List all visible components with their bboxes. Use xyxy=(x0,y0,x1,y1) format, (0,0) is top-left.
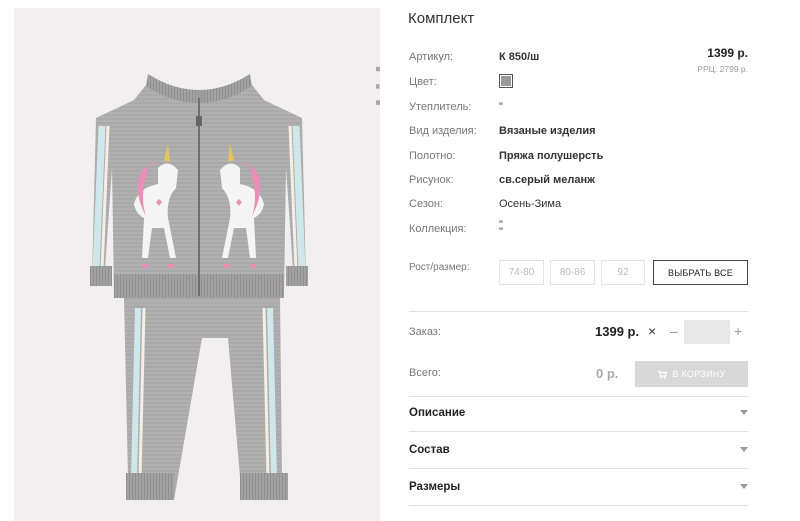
select-all-sizes-button[interactable]: ВЫБРАТЬ ВСЕ xyxy=(653,260,748,285)
divider xyxy=(409,396,748,397)
chevron-down-icon[interactable] xyxy=(740,484,748,489)
divider xyxy=(409,431,748,432)
accordion-sizes[interactable]: Размеры xyxy=(409,481,460,493)
spec-value-pattern: св.серый меланж xyxy=(499,174,595,186)
spec-label-article: Артикул: xyxy=(409,51,454,63)
color-swatch[interactable] xyxy=(499,74,513,88)
spec-label-fabric: Полотно: xyxy=(409,150,456,162)
accordion-composition[interactable]: Состав xyxy=(409,444,450,456)
brand-logo-text: crockid xyxy=(372,65,380,164)
chevron-down-icon[interactable] xyxy=(740,447,748,452)
size-option-74-80[interactable]: 74-80 xyxy=(499,260,544,285)
chevron-down-icon[interactable] xyxy=(740,410,748,415)
divider xyxy=(409,311,748,312)
brand-logo: crockid xyxy=(344,28,380,168)
cart-icon xyxy=(658,370,668,379)
knit-set-illustration xyxy=(90,74,308,500)
spec-label-color: Цвет: xyxy=(409,76,437,88)
product-price: 1399 р. xyxy=(707,46,748,60)
spec-label-season: Сезон: xyxy=(409,198,443,210)
product-title: Комплект xyxy=(408,10,475,27)
total-label: Всего: xyxy=(409,367,441,379)
times-icon: × xyxy=(648,323,657,339)
spec-value-fabric: Пряжа полушерсть xyxy=(499,150,604,162)
add-to-cart-button[interactable]: В КОРЗИНУ xyxy=(635,361,748,387)
quantity-decrement-button[interactable]: – xyxy=(670,324,678,338)
spec-label-pattern: Рисунок: xyxy=(409,174,454,186)
size-option-92[interactable]: 92 xyxy=(601,260,645,285)
spec-value-collection: " " xyxy=(499,219,503,238)
quantity-input[interactable] xyxy=(684,320,730,344)
divider xyxy=(409,505,748,506)
product-rrp: РРЦ: 2799 р. xyxy=(697,64,748,74)
spec-value-season: Осень-Зима xyxy=(499,198,562,210)
size-option-80-86[interactable]: 80-86 xyxy=(550,260,595,285)
size-label: Рост/размер: xyxy=(409,262,470,273)
spec-label-collection: Коллекция: xyxy=(409,223,467,235)
spec-value-type: Вязаные изделия xyxy=(499,125,596,137)
order-label: Заказ: xyxy=(409,326,441,338)
spec-label-insulation: Утеплитель: xyxy=(409,101,472,113)
spec-value-insulation: " xyxy=(499,101,503,113)
order-price: 1399 р. xyxy=(595,324,640,339)
spec-label-type: Вид изделия: xyxy=(409,125,477,137)
add-to-cart-label: В КОРЗИНУ xyxy=(672,369,726,379)
spec-value-article: К 850/ш xyxy=(499,51,540,63)
product-photo[interactable]: crockid xyxy=(14,8,380,521)
divider xyxy=(409,468,748,469)
quantity-increment-button[interactable]: + xyxy=(734,324,742,338)
total-value: 0 р. xyxy=(596,366,619,381)
accordion-description[interactable]: Описание xyxy=(409,407,465,419)
